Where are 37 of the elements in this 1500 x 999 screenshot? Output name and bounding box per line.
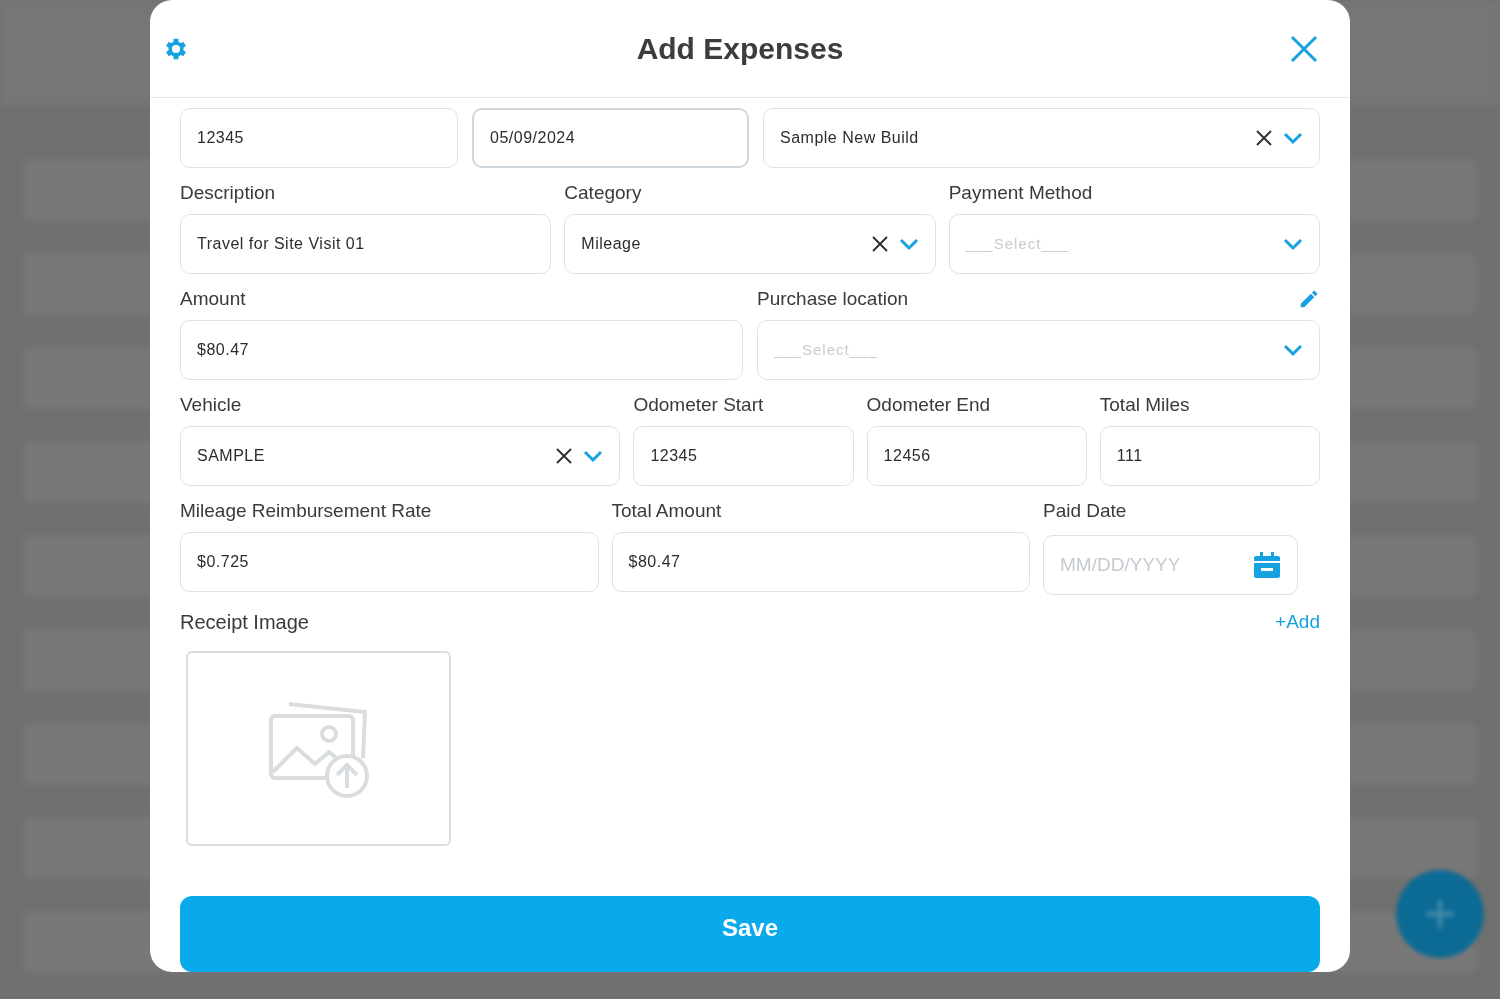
- input-field[interactable]: $80.47: [611, 532, 1030, 592]
- dropdown-field[interactable]: SAMPLE: [180, 426, 621, 486]
- chevron-down-icon[interactable]: [898, 237, 919, 251]
- chevron-down-icon[interactable]: [1283, 343, 1303, 357]
- field-label: Odometer End: [866, 392, 991, 417]
- input-field[interactable]: 12345: [633, 426, 854, 486]
- field-label: Paid Date: [1043, 498, 1127, 523]
- field-label: Purchase location: [757, 286, 909, 311]
- input-field[interactable]: 12456: [866, 426, 1087, 486]
- input-field[interactable]: $0.725: [180, 532, 599, 592]
- input-field[interactable]: $80.47: [180, 320, 743, 380]
- calendar-icon[interactable]: [1253, 551, 1281, 579]
- field-label: Vehicle: [180, 392, 242, 417]
- chevron-down-icon[interactable]: [1283, 237, 1303, 251]
- field-label: Mileage Reimbursement Rate: [180, 498, 432, 523]
- field-label: Odometer Start: [633, 392, 764, 417]
- dialog-title: Add Expenses: [636, 31, 844, 67]
- chevron-down-icon[interactable]: [1283, 131, 1303, 145]
- input-field[interactable]: Travel for Site Visit 01: [180, 214, 552, 274]
- pencil-icon[interactable]: [1298, 288, 1320, 310]
- field-label: Category: [564, 180, 642, 205]
- field-label: Total Miles: [1099, 392, 1190, 417]
- input-field[interactable]: 05/09/2024: [472, 108, 749, 168]
- dropdown-field[interactable]: Mileage: [564, 214, 936, 274]
- field-label: Receipt Image: [180, 610, 309, 635]
- clear-icon[interactable]: [870, 235, 889, 253]
- field-label: Total Amount: [611, 498, 722, 523]
- clear-icon[interactable]: [555, 447, 574, 465]
- input-field[interactable]: 12345: [180, 108, 458, 168]
- input-field[interactable]: 111: [1099, 426, 1320, 486]
- field-label: Payment Method: [948, 180, 1093, 205]
- chevron-down-icon[interactable]: [583, 449, 604, 463]
- field-label: Description: [180, 180, 276, 205]
- dropdown-field[interactable]: Sample New Build: [763, 108, 1320, 168]
- field-label: Amount: [180, 286, 246, 311]
- close-icon[interactable]: [1290, 34, 1318, 63]
- clear-icon[interactable]: [1255, 129, 1273, 147]
